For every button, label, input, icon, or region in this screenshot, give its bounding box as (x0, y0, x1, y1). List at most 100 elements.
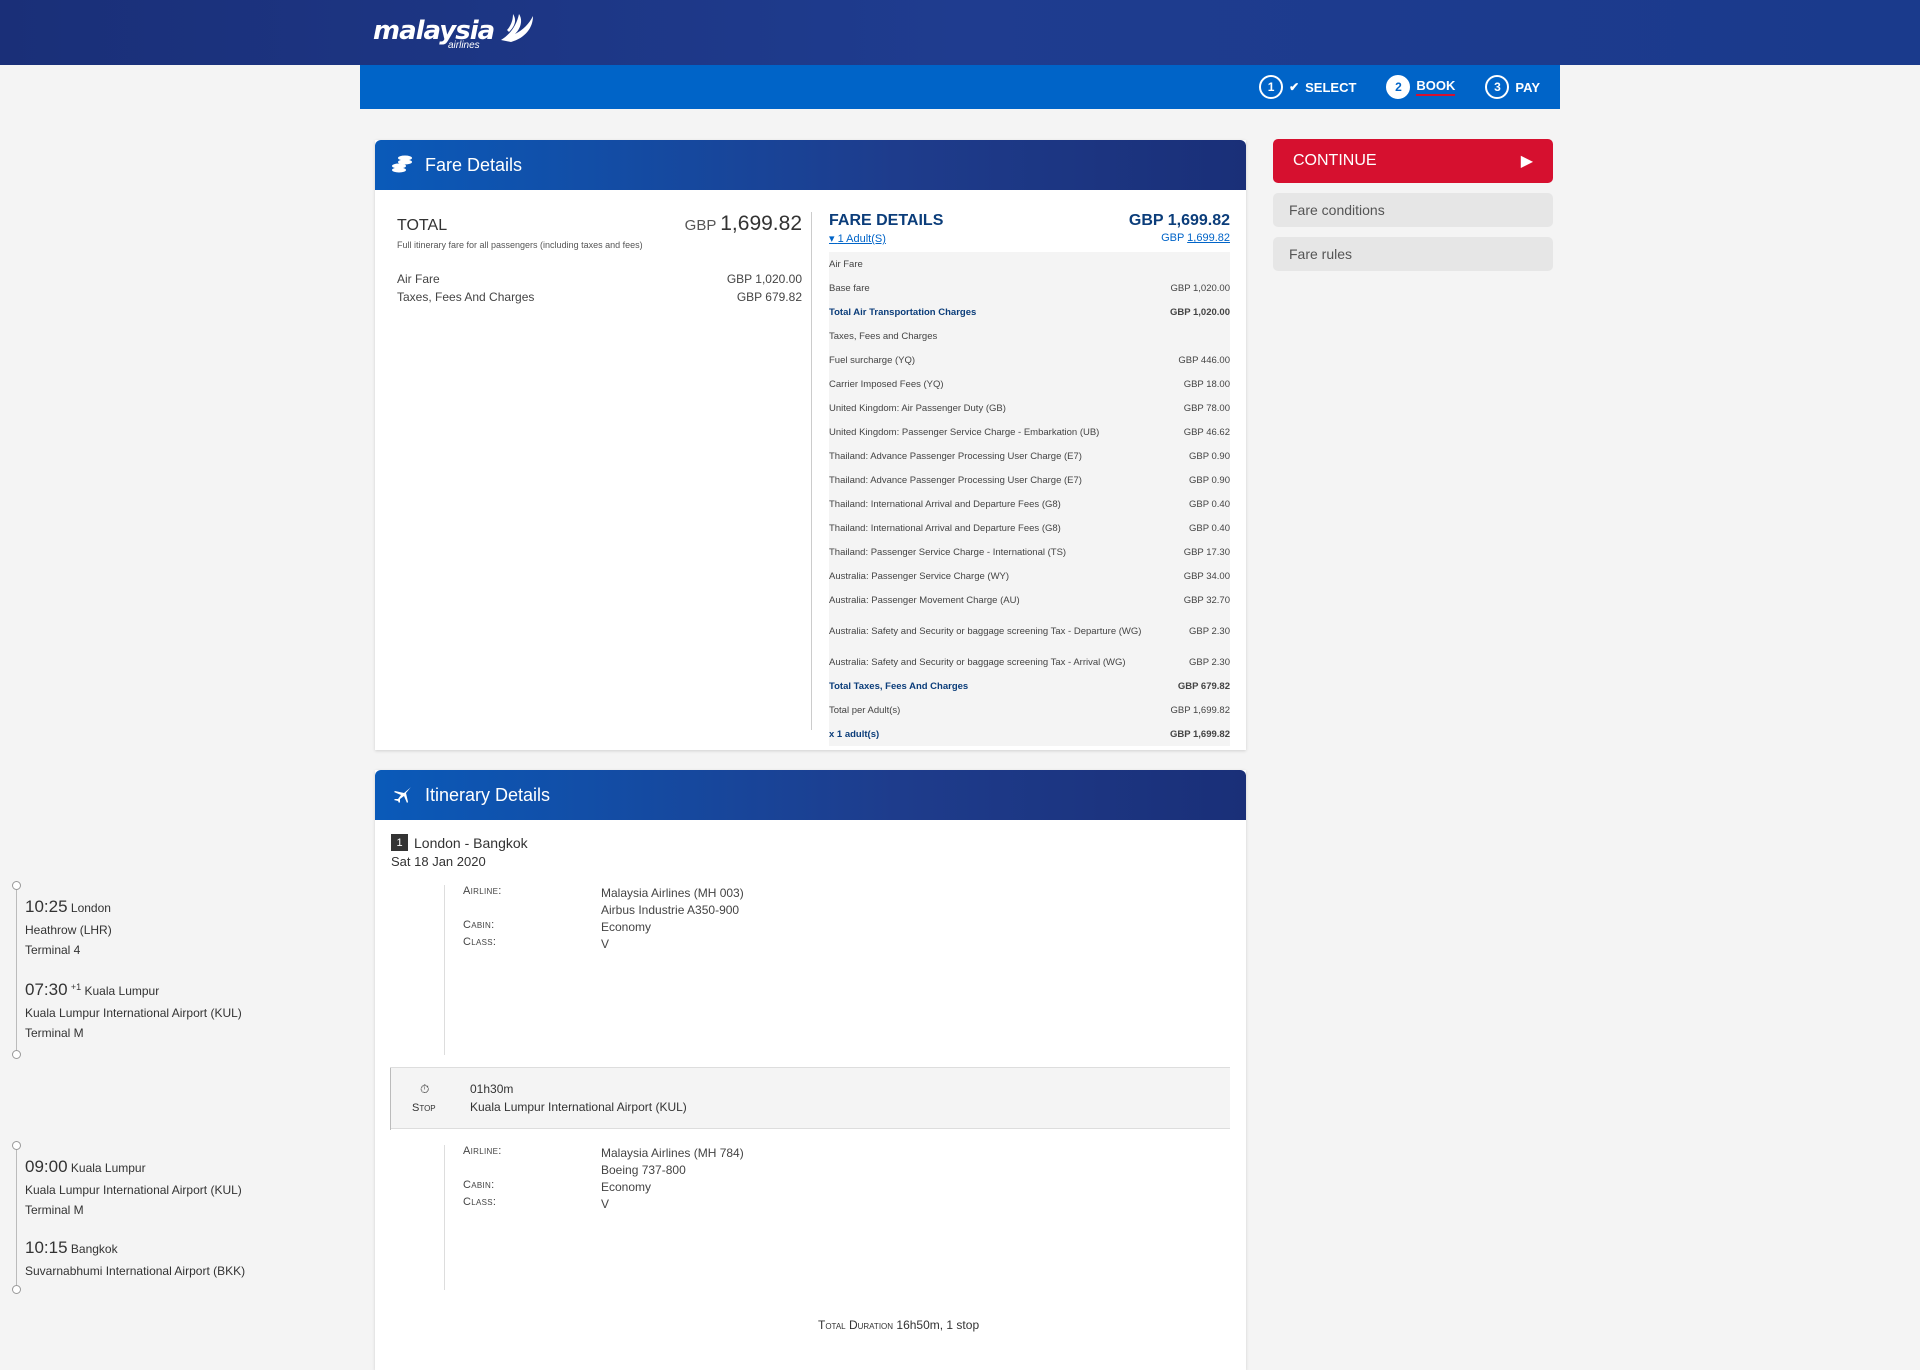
fare-panel-header: Fare Details (375, 140, 1246, 190)
fare-breakdown-row: Taxes, Fees and Charges (829, 324, 1230, 348)
caret-down-icon: ▾ (829, 233, 835, 245)
caret-right-icon: ▶ (1520, 153, 1533, 170)
fare-breakdown-row: Thailand: Advance Passenger Processing U… (829, 468, 1230, 492)
stop-duration: 01h30m (470, 1082, 514, 1096)
fare-breakdown-value: GBP 2.30 (1188, 625, 1230, 637)
arrival-time: 07:30 (25, 980, 68, 999)
step-book[interactable]: 2 BOOK (1386, 75, 1456, 99)
aircraft-value: Airbus Industrie A350-900 (601, 903, 740, 917)
step-pay[interactable]: 3 PAY (1485, 75, 1540, 99)
day-offset: +1 (70, 982, 82, 992)
total-label: TOTAL (397, 217, 448, 234)
fare-rules-label: Fare rules (1289, 246, 1353, 262)
timeline-start-dot (12, 1141, 21, 1150)
fare-breakdown-label: Carrier Imposed Fees (YQ) (829, 378, 944, 390)
fare-breakdown-label: x 1 adult(s) (829, 728, 880, 740)
top-header: malaysia airlines (0, 0, 1920, 65)
airline-label: Airline: (463, 1145, 502, 1157)
fare-breakdown-row: Thailand: Passenger Service Charge - Int… (829, 540, 1230, 564)
airline-value: Malaysia Airlines (MH 784) (601, 1146, 744, 1160)
adults-link-label: 1 Adult(S) (837, 233, 886, 245)
breakdown-total-sub: GBP 1,699.82 (1129, 232, 1230, 244)
fare-breakdown-row: Australia: Safety and Security or baggag… (829, 612, 1230, 650)
fare-breakdown-row: United Kingdom: Passenger Service Charge… (829, 420, 1230, 444)
fare-breakdown-value: GBP 18.00 (1183, 378, 1230, 390)
cabin-label: Cabin: (463, 919, 495, 931)
breakdown-total-value: GBP 1,699.82 (1128, 212, 1230, 229)
departure-time: 10:25 (25, 897, 68, 916)
arrival-time: 10:15 (25, 1238, 68, 1257)
fare-breakdown-label: Total Taxes, Fees And Charges (829, 680, 969, 692)
departure-time: 09:00 (25, 1157, 68, 1176)
fare-breakdown-label: Thailand: Passenger Service Charge - Int… (829, 546, 1067, 558)
segment-timeline (16, 885, 17, 1055)
fare-panel-title: Fare Details (425, 154, 523, 175)
kite-logo-icon (501, 14, 534, 42)
class-label: Class: (463, 936, 497, 948)
step-select[interactable]: 1 ✔ SELECT (1259, 75, 1356, 99)
departure-city: Kuala Lumpur (70, 1161, 146, 1175)
route-heading: 1 London - Bangkok (391, 834, 528, 851)
fare-rules-link[interactable]: Fare rules (1273, 237, 1553, 271)
step-number: 2 (1386, 75, 1411, 99)
fare-breakdown-row: Thailand: International Arrival and Depa… (829, 492, 1230, 516)
departure-terminal: Terminal 4 (25, 943, 81, 957)
timeline-end-dot (12, 1285, 21, 1294)
arrival-airport: Kuala Lumpur International Airport (KUL) (25, 1006, 242, 1020)
arrival-city: Bangkok (70, 1242, 118, 1256)
total-note: Full itinerary fare for all passengers (… (397, 240, 643, 250)
continue-label: CONTINUE (1293, 152, 1377, 169)
total-duration-label: Total Duration (818, 1318, 894, 1332)
total-row: TOTAL GBP 1,699.82 (397, 212, 802, 236)
flight-info: Airline: Malaysia Airlines (MH 784) Boeing… (463, 1145, 843, 1213)
fare-breakdown-value: GBP 1,020.00 (1169, 306, 1230, 318)
malaysia-airlines-logo[interactable]: malaysia airlines (373, 10, 535, 52)
step-number: 3 (1485, 75, 1510, 99)
step-label: SELECT (1305, 79, 1357, 95)
fare-breakdown-label: United Kingdom: Passenger Service Charge… (829, 426, 1100, 438)
fare-line-value: GBP 1,020.00 (726, 272, 802, 286)
fare-breakdown-label: Thailand: International Arrival and Depa… (829, 498, 1061, 510)
coins-icon (389, 152, 415, 178)
fare-breakdown-label: Taxes, Fees and Charges (829, 330, 938, 342)
fare-breakdown-title: FARE DETAILS (829, 212, 944, 229)
breakdown-sub-amount: 1,699.82 (1187, 232, 1230, 244)
arrival-airport: Suvarnabhumi International Airport (BKK) (25, 1264, 246, 1278)
fare-line-row: Taxes, Fees And Charges GBP 679.82 (397, 290, 802, 304)
booking-steps-bar: 1 ✔ SELECT 2 BOOK 3 PAY (360, 65, 1560, 109)
fare-breakdown-value: GBP 1,020.00 (1170, 282, 1230, 294)
fare-breakdown-row: Thailand: Advance Passenger Processing U… (829, 444, 1230, 468)
arrival-terminal: Terminal M (25, 1026, 84, 1040)
class-label: Class: (463, 1196, 497, 1208)
timeline-start-dot (12, 881, 21, 890)
fare-conditions-label: Fare conditions (1289, 202, 1385, 218)
total-currency: GBP (684, 217, 717, 234)
fare-breakdown-value: GBP 0.40 (1188, 498, 1230, 510)
segment-timeline (16, 1145, 17, 1290)
stop-timeline (390, 1068, 391, 1130)
fare-breakdown-label: Thailand: Advance Passenger Processing U… (829, 450, 1082, 462)
adults-toggle-link[interactable]: ▾ 1 Adult(S) (829, 232, 943, 245)
fare-breakdown-row: Australia: Passenger Service Charge (WY)… (829, 564, 1230, 588)
stop-airport: Kuala Lumpur International Airport (KUL) (470, 1100, 687, 1114)
departure-airport: Kuala Lumpur International Airport (KUL) (25, 1183, 242, 1197)
fare-breakdown-row: Carrier Imposed Fees (YQ) GBP 18.00 (829, 372, 1230, 396)
fare-breakdown-value: GBP 1,699.82 (1169, 728, 1230, 740)
route-number: 1 (391, 834, 408, 851)
fare-breakdown-label: Australia: Safety and Security or baggag… (829, 625, 1142, 637)
flight-info: Airline: Malaysia Airlines (MH 003) Airbus… (463, 885, 843, 953)
airplane-icon (389, 782, 415, 808)
fare-breakdown-total: GBP 1,699.82 GBP 1,699.82 (1129, 212, 1230, 244)
fare-breakdown-label: Australia: Passenger Movement Charge (AU… (829, 594, 1020, 606)
total-value: 1,699.82 (720, 212, 802, 235)
fare-breakdown-value: GBP 46.62 (1183, 426, 1230, 438)
route-date: Sat 18 Jan 2020 (391, 854, 486, 869)
fare-breakdown-row: Total Taxes, Fees And Charges GBP 679.82 (829, 674, 1230, 698)
fare-breakdown-row: Total per Adult(s) GBP 1,699.82 (829, 698, 1230, 722)
total-duration: Total Duration 16h50m, 1 stop (818, 1318, 979, 1332)
stop-label: Stop (412, 1102, 436, 1114)
continue-button[interactable]: CONTINUE ▶ (1273, 139, 1553, 183)
fare-breakdown-row: Australia: Passenger Movement Charge (AU… (829, 588, 1230, 612)
fare-conditions-link[interactable]: Fare conditions (1273, 193, 1553, 227)
fare-breakdown-label: Thailand: Advance Passenger Processing U… (829, 474, 1082, 486)
